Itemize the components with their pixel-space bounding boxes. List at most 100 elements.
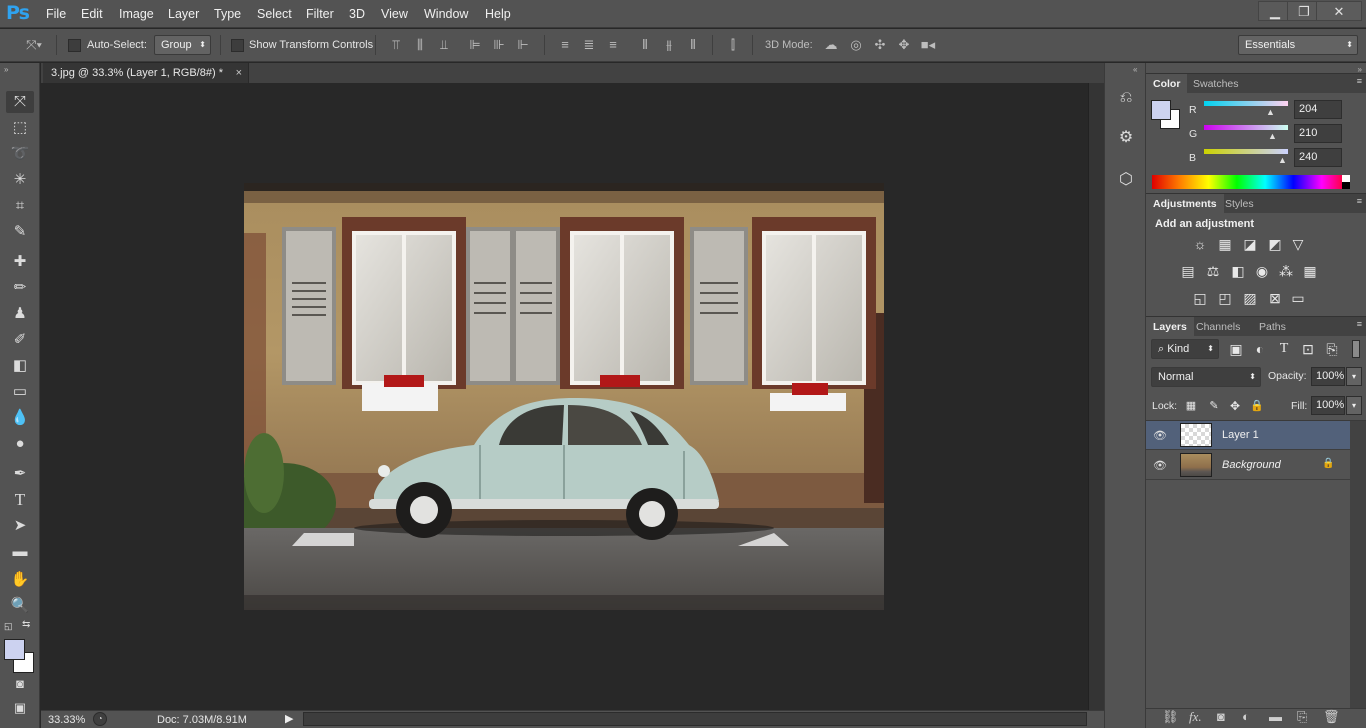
green-slider-thumb-icon[interactable]: ▲	[1268, 131, 1277, 141]
3d-drag-icon[interactable]: ✣	[871, 37, 889, 53]
layer-row-background[interactable]: 👁 Background 🔒	[1146, 451, 1350, 480]
invert-icon[interactable]: ◱	[1190, 288, 1210, 308]
layer-name[interactable]: Layer 1	[1222, 429, 1259, 441]
marquee-tool[interactable]: ⬚	[6, 117, 34, 139]
panel-menu-icon[interactable]: ≡	[1357, 319, 1362, 329]
pen-tool[interactable]: ✒	[6, 463, 34, 485]
curves-icon[interactable]: ◪	[1240, 234, 1260, 254]
filter-shape-icon[interactable]: ⊡	[1298, 339, 1318, 359]
align-bottom-icon[interactable]: ⫫	[435, 37, 453, 53]
dodge-tool[interactable]: ●	[6, 433, 34, 455]
posterize-icon[interactable]: ◰	[1215, 288, 1235, 308]
show-transform-checkbox[interactable]	[231, 39, 244, 52]
new-group-icon[interactable]: ▬	[1269, 709, 1282, 724]
quick-mask-icon[interactable]: ◙	[6, 673, 34, 695]
close-document-icon[interactable]: ×	[236, 63, 242, 83]
red-slider-thumb-icon[interactable]: ▲	[1266, 107, 1275, 117]
move-tool[interactable]: ⤧	[6, 91, 34, 113]
distribute-left-icon[interactable]: ⫴	[636, 37, 654, 53]
blur-tool[interactable]: 💧	[6, 407, 34, 429]
menu-image[interactable]: Image	[119, 7, 154, 21]
foreground-color-swatch[interactable]	[4, 639, 25, 660]
properties-panel-icon[interactable]: ⚙	[1113, 125, 1139, 151]
vibrance-icon[interactable]: ▽	[1288, 234, 1308, 254]
menu-type[interactable]: Type	[214, 7, 241, 21]
lasso-tool[interactable]: ➰	[6, 143, 34, 165]
black-ramp-chip[interactable]	[1342, 182, 1350, 189]
layer-filter-kind-dropdown[interactable]: ⌕ Kind ⬍	[1151, 339, 1219, 359]
align-left-icon[interactable]: ⊫	[466, 37, 484, 53]
red-value-field[interactable]: 204	[1294, 100, 1342, 119]
menu-select[interactable]: Select	[257, 7, 292, 21]
crop-tool[interactable]: ⌗	[6, 195, 34, 217]
menu-view[interactable]: View	[381, 7, 408, 21]
distribute-vcenter-icon[interactable]: ≣	[580, 37, 598, 53]
selective-color-icon[interactable]: ⊠	[1265, 288, 1285, 308]
layer-row-layer-1[interactable]: 👁 Layer 1	[1146, 421, 1350, 450]
green-value-field[interactable]: 210	[1294, 124, 1342, 143]
hue-saturation-icon[interactable]: ▤	[1178, 261, 1198, 281]
color-lookup-icon[interactable]: ▦	[1300, 261, 1320, 281]
auto-align-layers-icon[interactable]: ⫿	[724, 37, 742, 53]
color-balance-icon[interactable]: ⚖	[1203, 261, 1223, 281]
threshold-icon[interactable]: ▨	[1240, 288, 1260, 308]
menu-3d[interactable]: 3D	[349, 7, 365, 21]
photo-filter-icon[interactable]: ◉	[1252, 261, 1272, 281]
healing-brush-tool[interactable]: ✚	[6, 251, 34, 273]
lock-all-icon[interactable]: 🔒	[1247, 396, 1267, 416]
tab-swatches[interactable]: Swatches	[1186, 74, 1246, 94]
close-window-button[interactable]: ✕	[1316, 1, 1362, 21]
green-slider[interactable]	[1204, 125, 1288, 130]
collapse-toolbar-icon[interactable]: »	[4, 65, 8, 74]
eyedropper-tool[interactable]: ✎	[6, 221, 34, 243]
filter-smart-object-icon[interactable]: ⎘	[1322, 339, 1342, 359]
tab-styles[interactable]: Styles	[1218, 194, 1261, 214]
distribute-hcenter-icon[interactable]: ⫵	[660, 37, 678, 53]
distribute-bottom-icon[interactable]: ≡	[604, 37, 622, 52]
menu-help[interactable]: Help	[485, 7, 511, 21]
lock-position-icon[interactable]: ✥	[1225, 396, 1245, 416]
auto-select-checkbox[interactable]	[68, 39, 81, 52]
panel-menu-icon[interactable]: ≡	[1357, 76, 1362, 86]
brush-tool[interactable]: ✏	[6, 277, 34, 299]
levels-icon[interactable]: ▦	[1215, 234, 1235, 254]
channel-mixer-icon[interactable]: ⁂	[1276, 261, 1296, 281]
status-info-icon[interactable]: ◔	[93, 712, 107, 726]
lock-transparent-icon[interactable]: ▦	[1181, 396, 1201, 416]
blue-slider-thumb-icon[interactable]: ▲	[1278, 155, 1287, 165]
link-layers-icon[interactable]: ⛓	[1162, 709, 1179, 725]
align-hcenter-icon[interactable]: ⊪	[490, 37, 508, 53]
tab-paths[interactable]: Paths	[1252, 317, 1293, 337]
eye-visibility-icon[interactable]: 👁	[1153, 429, 1167, 442]
3d-roll-icon[interactable]: ◎	[847, 37, 865, 53]
vertical-scrollbar[interactable]	[1088, 83, 1104, 710]
layers-scrollbar[interactable]	[1350, 421, 1366, 711]
history-brush-tool[interactable]: ✐	[6, 329, 34, 351]
clone-stamp-tool[interactable]: ♟	[6, 303, 34, 325]
opacity-dropdown-icon[interactable]: ▾	[1346, 367, 1362, 386]
distribute-top-icon[interactable]: ≡	[556, 37, 574, 52]
screen-mode-icon[interactable]: ▣	[6, 697, 34, 719]
magic-wand-tool[interactable]: ✳	[6, 169, 34, 191]
red-slider[interactable]	[1204, 101, 1288, 106]
new-adjustment-layer-icon[interactable]: ◐	[1242, 709, 1250, 724]
fill-field[interactable]: 100%	[1311, 396, 1345, 415]
filter-adjustment-icon[interactable]: ◐	[1250, 339, 1270, 359]
filter-pixel-icon[interactable]: ▣	[1226, 339, 1246, 359]
type-tool[interactable]: T	[6, 489, 34, 511]
align-top-icon[interactable]: ⫪	[387, 37, 405, 53]
swap-colors-icon[interactable]: ⇆	[22, 619, 30, 630]
align-right-icon[interactable]: ⊩	[514, 37, 532, 53]
3d-slide-icon[interactable]: ✥	[895, 37, 913, 53]
menu-file[interactable]: File	[46, 7, 66, 21]
black-white-icon[interactable]: ◧	[1228, 261, 1248, 281]
gradient-map-icon[interactable]: ▭	[1288, 288, 1308, 308]
new-layer-icon[interactable]: ⎘	[1297, 709, 1307, 725]
gradient-tool[interactable]: ▭	[6, 381, 34, 403]
filter-type-icon[interactable]: T	[1274, 339, 1294, 359]
move-tool-preset-icon[interactable]: ⤧▾	[22, 37, 46, 53]
opacity-field[interactable]: 100%	[1311, 367, 1345, 386]
eraser-tool[interactable]: ◧	[6, 355, 34, 377]
zoom-tool[interactable]: 🔍	[6, 595, 34, 617]
blue-slider[interactable]	[1204, 149, 1288, 154]
